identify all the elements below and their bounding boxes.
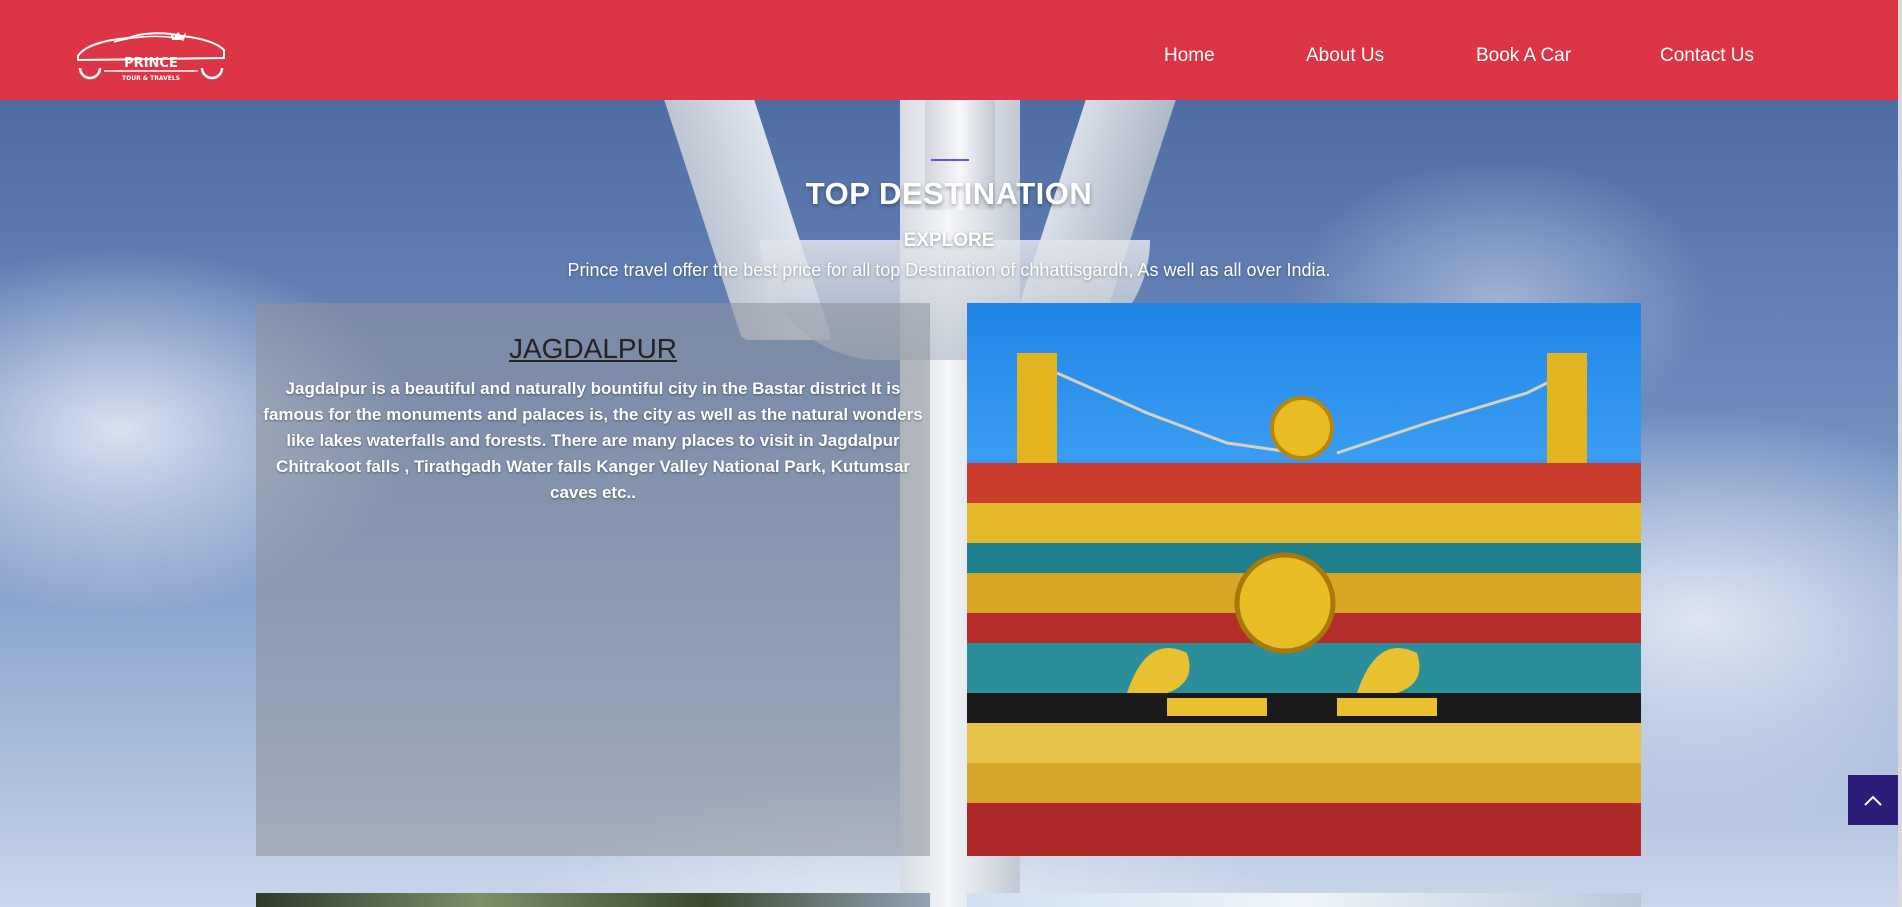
section-title: TOP DESTINATION	[805, 176, 1093, 211]
nav-about-us[interactable]: About Us	[1306, 44, 1384, 68]
section-description: Prince travel offer the best price for a…	[567, 260, 1331, 280]
car-logo-icon: PRINCE TOUR & TRAVELS	[77, 32, 225, 82]
destination-image-card[interactable]	[967, 303, 1641, 856]
section-subtitle: EXPLORE	[903, 230, 995, 251]
destination-title[interactable]: JAGDALPUR	[256, 333, 930, 365]
brand-logo[interactable]: PRINCE TOUR & TRAVELS	[74, 30, 228, 82]
nav-book-a-car[interactable]: Book A Car	[1476, 44, 1571, 68]
destination-card-jagdalpur[interactable]: JAGDALPUR Jagdalpur is a beautiful and n…	[256, 303, 930, 856]
top-destination-section: TOP DESTINATION EXPLORE Prince travel of…	[0, 100, 1898, 907]
page-scrollbar[interactable]	[1898, 0, 1902, 907]
title-divider	[931, 159, 969, 161]
nav-home[interactable]: Home	[1164, 44, 1215, 68]
destination-card-peek	[256, 893, 930, 907]
destination-card-peek	[967, 893, 1641, 907]
back-to-top-button[interactable]	[1848, 775, 1898, 825]
brand-name: PRINCE	[124, 56, 178, 71]
site-header: PRINCE TOUR & TRAVELS Home About Us Book…	[0, 0, 1902, 100]
chevron-up-icon	[1864, 795, 1882, 806]
monastery-image	[967, 353, 1641, 856]
brand-tagline: TOUR & TRAVELS	[122, 75, 180, 82]
destination-description: Jagdalpur is a beautiful and naturally b…	[263, 379, 923, 502]
nav-contact-us[interactable]: Contact Us	[1660, 44, 1754, 68]
